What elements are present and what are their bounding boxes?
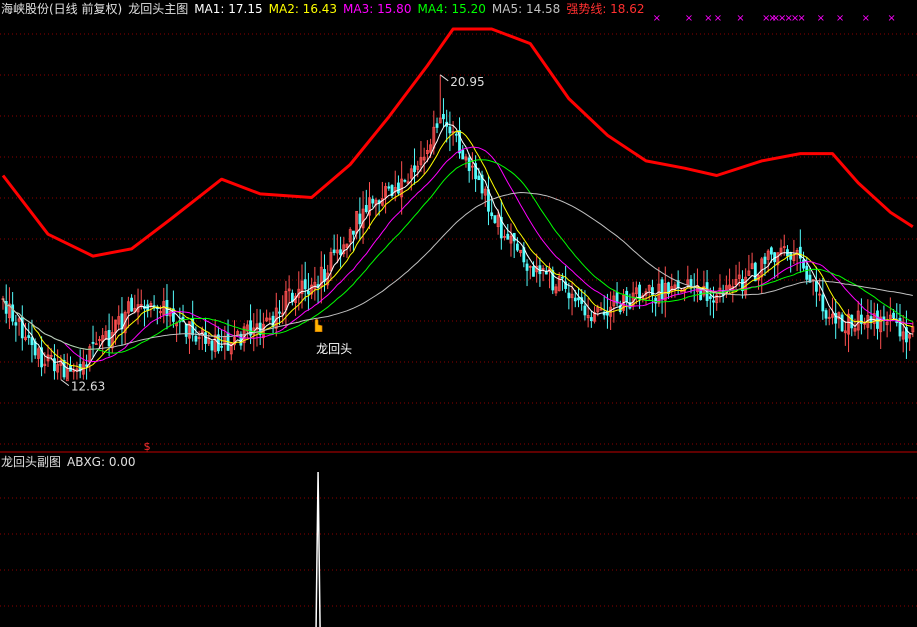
candle-body: [638, 284, 641, 300]
candle-body: [278, 311, 281, 314]
candle-body: [660, 279, 664, 300]
candle-body: [11, 304, 15, 322]
candle-body: [525, 263, 529, 271]
candle-body: [307, 290, 310, 295]
candle-body: [814, 281, 818, 292]
candle-body: [62, 360, 66, 378]
candle-body: [27, 335, 31, 338]
ma4-value: MA4: 15.20: [417, 2, 486, 16]
candle-body: [454, 133, 458, 136]
candle-body: [91, 342, 95, 344]
candle-body: [448, 126, 452, 134]
signal-cross: ×: [704, 13, 712, 24]
ma3-value: MA3: 15.80: [343, 2, 412, 16]
candle-body: [490, 212, 494, 217]
candle-body: [589, 317, 593, 322]
candle-body: [763, 256, 767, 264]
candle-body: [194, 335, 198, 342]
candle-body: [14, 322, 18, 326]
sub-chart-header: 龙回头副图 ABXG: 0.00: [1, 455, 142, 469]
signal-label: 龙回头: [316, 342, 352, 356]
high-marker-label: 20.95: [450, 75, 484, 89]
candle-body: [625, 290, 629, 303]
signal-cross: ×: [714, 13, 722, 24]
candle-body: [769, 247, 773, 255]
signal-cross: ×: [836, 13, 844, 24]
signal-cross: ×: [862, 13, 870, 24]
candle-body: [506, 233, 510, 240]
candle-body: [821, 294, 825, 312]
candle-body: [567, 292, 571, 299]
candle-body: [532, 266, 535, 277]
candle-body: [30, 337, 34, 346]
candle-body: [332, 249, 336, 253]
signal-cross: ×: [797, 13, 805, 24]
stock-title: 海峡股份(日线 前复权): [1, 2, 123, 16]
candle-body: [712, 300, 715, 303]
candle-body: [840, 314, 844, 332]
abxg-value: ABXG: 0.00: [67, 455, 136, 469]
candle-body: [708, 296, 712, 299]
candle-body: [573, 297, 577, 302]
signal-cross: ×: [685, 13, 693, 24]
candle-body: [654, 297, 658, 304]
candle-body: [303, 279, 307, 290]
candle-body: [824, 310, 828, 319]
ma1-value: MA1: 17.15: [194, 2, 263, 16]
candle-body: [33, 341, 37, 356]
candle-body: [403, 179, 407, 182]
candle-body: [477, 175, 481, 181]
candle-body: [442, 114, 445, 120]
candle-body: [339, 249, 342, 255]
candle-body: [397, 182, 400, 194]
candle-body: [358, 213, 362, 225]
candle-body: [220, 345, 224, 348]
candle-body: [184, 323, 188, 337]
candle-body: [802, 259, 805, 269]
strong-line-value: 强势线: 18.62: [566, 2, 645, 16]
signal-cross: ×: [887, 13, 895, 24]
main-chart-header: 海峡股份(日线 前复权) 龙回头主图 MA1: 17.15 MA2: 16.43 MA3…: [1, 2, 651, 16]
indicator-name: 龙回头主图: [128, 2, 189, 16]
signal-cross: ×: [736, 13, 744, 24]
candle-body: [516, 243, 519, 251]
candle-body: [583, 305, 587, 316]
candle-body: [387, 186, 391, 189]
sell-marker: $: [144, 440, 151, 453]
candle-body: [892, 312, 895, 318]
ma5-value: MA5: 14.58: [491, 2, 561, 16]
candle-body: [435, 123, 439, 128]
candle-body: [493, 215, 497, 223]
candle-body: [413, 165, 416, 173]
kline-chart[interactable]: 20.9512.63龙回头$× × × × × ××××××× × × × ×: [0, 0, 917, 627]
candle-body: [876, 310, 879, 329]
candle-body: [805, 265, 809, 280]
sub-indicator-name: 龙回头副图: [1, 455, 62, 469]
low-marker-label: 12.63: [71, 380, 105, 394]
candle-body: [352, 230, 355, 235]
candle-body: [577, 297, 580, 301]
ma2-value: MA2: 16.43: [268, 2, 338, 16]
candle-body: [753, 262, 757, 282]
candle-body: [467, 157, 471, 172]
candle-body: [461, 149, 465, 160]
candle-body: [210, 340, 214, 351]
candle-body: [53, 358, 56, 372]
signal-cross: ×: [817, 13, 825, 24]
signal-cross: ×: [653, 13, 661, 24]
candle-body: [371, 198, 375, 204]
candle-body: [130, 297, 134, 312]
candle-body: [364, 204, 368, 213]
candle-body: [204, 332, 207, 344]
candle-body: [561, 276, 564, 279]
candle-body: [850, 314, 854, 329]
